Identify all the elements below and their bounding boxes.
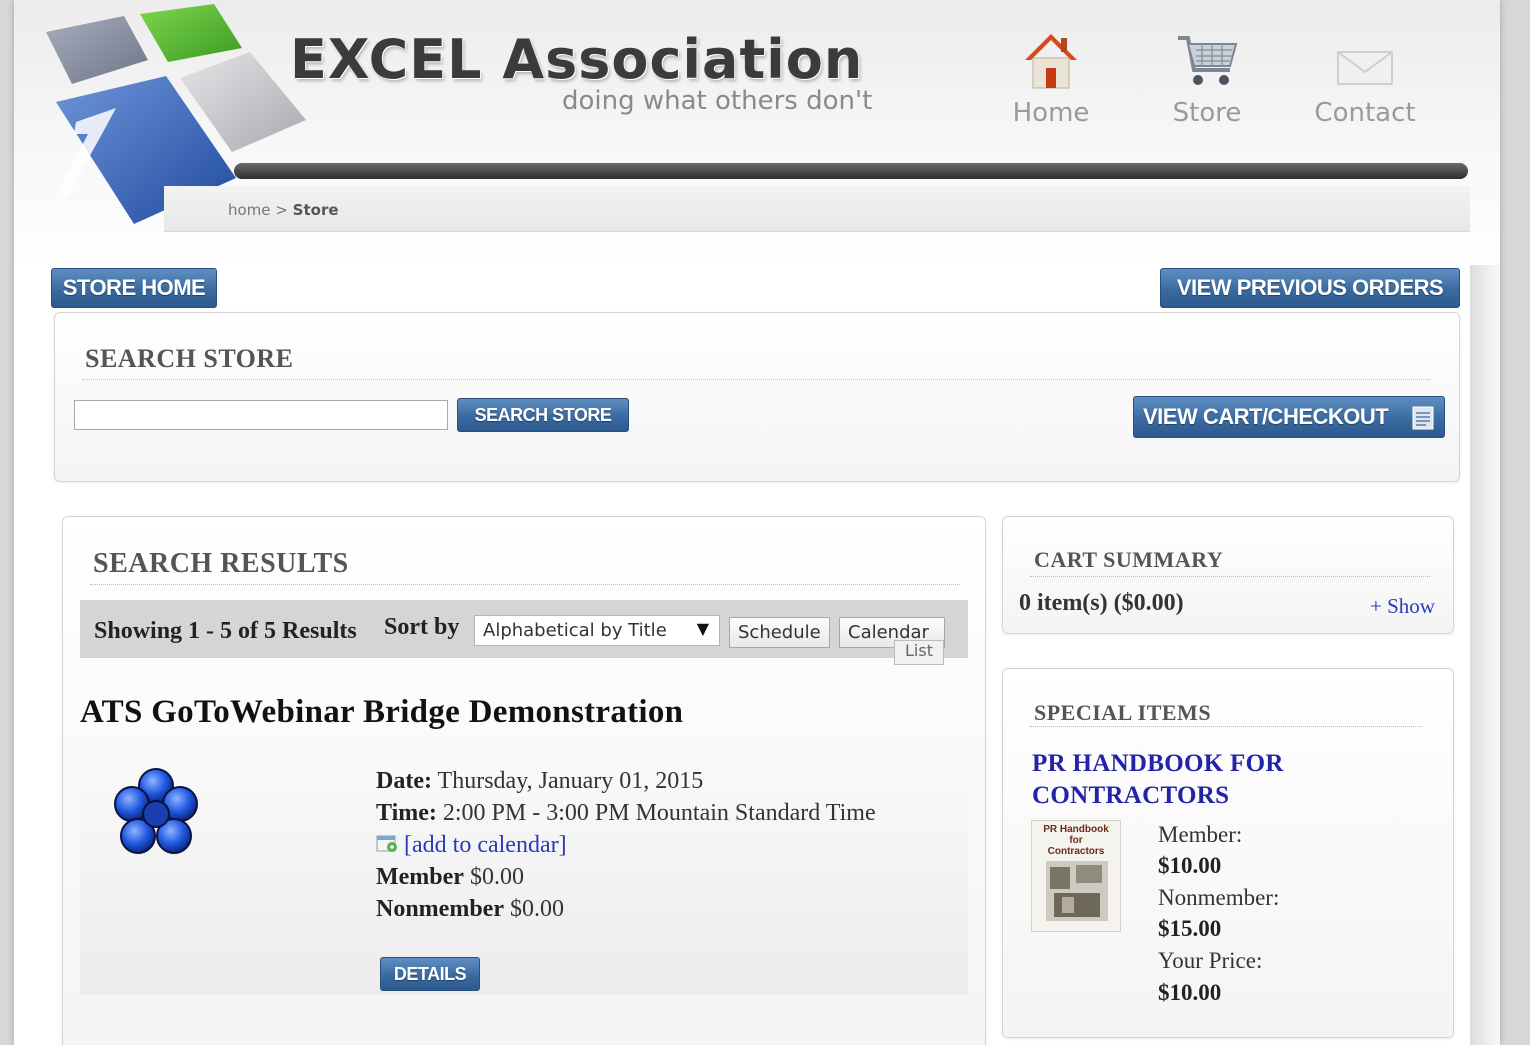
store-home-button[interactable]: STORE HOME xyxy=(51,268,217,308)
book-cover-illustration xyxy=(1046,861,1108,921)
event-time: Time: 2:00 PM - 3:00 PM Mountain Standar… xyxy=(376,800,876,827)
special-your-price-label: Your Price: xyxy=(1158,948,1263,973)
site-header: EXCEL Association doing what others don'… xyxy=(14,0,1500,265)
search-input[interactable] xyxy=(74,400,448,430)
nav-store-label: Store xyxy=(1172,98,1242,128)
breadcrumb-home-link[interactable]: home xyxy=(228,201,271,219)
event-date-label: Date: xyxy=(376,768,432,794)
special-item-book-cover[interactable]: PR Handbook for Contractors xyxy=(1031,820,1121,932)
special-your-price: $10.00 xyxy=(1158,980,1222,1005)
schedule-view-button[interactable]: Schedule xyxy=(729,617,830,648)
nav-contact[interactable]: Contact xyxy=(1310,30,1420,128)
nav-divider-bar xyxy=(234,163,1468,179)
event-date: Date: Thursday, January 01, 2015 xyxy=(376,768,703,795)
nav-home-label: Home xyxy=(1012,98,1090,128)
special-nonmember-label: Nonmember: xyxy=(1158,885,1280,910)
cart-show-link[interactable]: + Show xyxy=(1370,594,1435,619)
book-cover-line1: PR Handbook xyxy=(1043,824,1109,835)
special-title-rule xyxy=(1030,726,1422,727)
special-item-title-line2: CONTRACTORS xyxy=(1032,782,1230,809)
view-cart-checkout-button[interactable]: VIEW CART/CHECKOUT xyxy=(1133,396,1445,438)
special-member-label: Member: xyxy=(1158,822,1243,847)
view-previous-orders-button[interactable]: VIEW PREVIOUS ORDERS xyxy=(1160,268,1460,308)
gotowebinar-flower-icon[interactable] xyxy=(110,766,202,862)
add-to-calendar-link[interactable]: [add to calendar] xyxy=(404,832,567,858)
cart-list-icon xyxy=(1412,406,1434,430)
event-member-label: Member xyxy=(376,864,464,890)
breadcrumb: home > Store xyxy=(228,201,339,219)
event-member-value: $0.00 xyxy=(469,864,524,890)
special-item-title-line1: PR HANDBOOK FOR xyxy=(1032,750,1284,777)
nav-store[interactable]: Store xyxy=(1152,30,1262,128)
book-cover-line2: for xyxy=(1069,835,1083,846)
search-store-button[interactable]: SEARCH STORE xyxy=(457,398,629,432)
view-tooltip: List xyxy=(894,640,944,665)
sort-select[interactable]: Alphabetical by Title ▼ xyxy=(474,615,720,646)
special-items-title: SPECIAL ITEMS xyxy=(1034,700,1212,725)
cart-title-rule xyxy=(1030,576,1430,577)
breadcrumb-bar xyxy=(164,186,1470,232)
special-nonmember-price: $15.00 xyxy=(1158,916,1222,941)
breadcrumb-separator: > xyxy=(275,201,288,219)
event-nonmember-value: $0.00 xyxy=(509,896,564,922)
home-icon xyxy=(1025,34,1077,89)
site-tagline: doing what others don't xyxy=(562,86,873,116)
event-nonmember-label: Nonmember xyxy=(376,896,504,922)
search-title-rule xyxy=(82,379,1430,380)
add-to-calendar[interactable]: [add to calendar] xyxy=(376,832,567,859)
special-member-price: $10.00 xyxy=(1158,853,1222,878)
event-time-value: 2:00 PM - 3:00 PM Mountain Standard Time xyxy=(442,800,876,826)
envelope-icon xyxy=(1337,51,1393,85)
results-title-rule xyxy=(90,584,960,585)
sort-by-label: Sort by xyxy=(384,614,460,640)
details-button[interactable]: DETAILS xyxy=(380,957,480,991)
view-cart-checkout-label: VIEW CART/CHECKOUT xyxy=(1143,404,1389,429)
event-time-label: Time: xyxy=(376,800,437,826)
page: EXCEL Association doing what others don'… xyxy=(14,0,1500,1045)
cart-summary-title: CART SUMMARY xyxy=(1034,547,1224,572)
site-name: EXCEL Association xyxy=(290,28,864,91)
event-member-price: Member $0.00 xyxy=(376,864,524,891)
calendar-icon xyxy=(376,835,397,852)
event-title[interactable]: ATS GoToWebinar Bridge Demonstration xyxy=(80,694,683,731)
sort-select-value: Alphabetical by Title xyxy=(483,620,667,641)
event-date-value: Thursday, January 01, 2015 xyxy=(437,768,704,794)
event-nonmember-price: Nonmember $0.00 xyxy=(376,896,564,923)
search-results-title: SEARCH RESULTS xyxy=(93,548,349,579)
results-count: Showing 1 - 5 of 5 Results xyxy=(94,618,357,644)
book-cover-line3: Contractors xyxy=(1047,846,1105,857)
nav-home[interactable]: Home xyxy=(996,30,1106,128)
breadcrumb-current: Store xyxy=(292,201,339,219)
nav-contact-label: Contact xyxy=(1314,98,1416,128)
chevron-down-icon: ▼ xyxy=(696,619,709,638)
search-store-title: SEARCH STORE xyxy=(85,344,294,373)
special-item-link[interactable]: PR HANDBOOK FOR CONTRACTORS xyxy=(1032,748,1332,812)
cart-summary-text: 0 item(s) ($0.00) xyxy=(1019,590,1184,616)
cart-icon xyxy=(1178,36,1238,85)
